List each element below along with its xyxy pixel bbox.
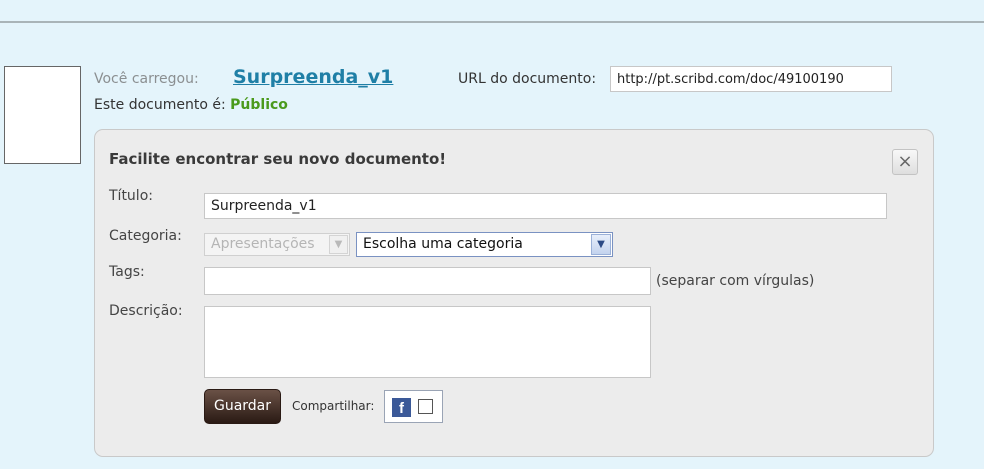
tags-hint: (separar com vírgulas) (656, 273, 815, 289)
status-label: Este documento é: (94, 97, 226, 113)
share-control: f (384, 390, 443, 423)
tags-label: Tags: (109, 264, 145, 280)
save-button[interactable]: Guardar (204, 389, 281, 424)
chevron-down-icon: ▼ (329, 235, 348, 254)
description-label: Descrição: (109, 303, 183, 319)
close-icon: × (897, 151, 913, 172)
top-divider (0, 21, 984, 23)
category-label: Categoria: (109, 228, 182, 244)
category-disabled-value: Apresentações (211, 236, 315, 252)
status-value: Público (230, 97, 288, 113)
category-select[interactable]: Escolha uma categoria ▼ (356, 232, 613, 257)
share-facebook-checkbox[interactable] (418, 399, 433, 414)
document-title-link[interactable]: Surpreenda_v1 (233, 66, 393, 88)
document-thumbnail (4, 66, 81, 164)
document-details-panel: Facilite encontrar seu novo documento! ×… (94, 129, 934, 457)
uploaded-label: Você carregou: (94, 71, 199, 87)
category-select-value: Escolha uma categoria (363, 236, 523, 252)
close-button[interactable]: × (892, 149, 918, 175)
share-label: Compartilhar: (292, 399, 375, 413)
facebook-icon[interactable]: f (392, 398, 411, 417)
title-label: Título: (109, 188, 153, 204)
category-disabled-select: Apresentações ▼ (204, 233, 350, 256)
title-field[interactable] (204, 193, 887, 219)
chevron-down-icon: ▼ (591, 234, 611, 255)
document-status: Este documento é: Público (94, 97, 288, 113)
document-url-field[interactable] (610, 66, 892, 92)
url-label: URL do documento: (458, 71, 597, 87)
panel-title: Facilite encontrar seu novo documento! (109, 150, 447, 168)
tags-field[interactable] (204, 267, 651, 295)
description-textarea[interactable] (204, 306, 651, 378)
